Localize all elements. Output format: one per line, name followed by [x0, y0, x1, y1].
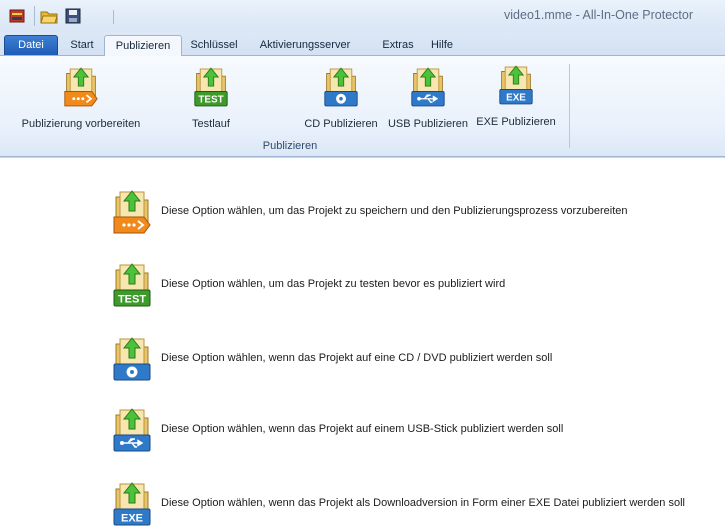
exe-publish-option-badge: EXE: [121, 513, 143, 525]
cd-publish-icon-svg: [113, 337, 151, 381]
save-icon[interactable]: [64, 8, 82, 24]
exe-publish-button[interactable]: EXE EXE Publizieren: [474, 64, 558, 136]
test-run-icon-svg: TEST: [194, 67, 228, 107]
test-run-icon: TEST: [193, 66, 229, 108]
option-exe-publish[interactable]: EXE Diese Option wählen, wenn das Projek…: [112, 481, 712, 527]
prepare-publish-button[interactable]: Publizierung vorbereiten: [18, 66, 144, 136]
usb-publish-icon: [112, 407, 152, 453]
app-icon[interactable]: [8, 8, 26, 24]
test-run-label: Testlauf: [192, 118, 230, 130]
cd-publish-label: CD Publizieren: [304, 118, 378, 130]
usb-publish-icon-svg: [411, 67, 445, 107]
exe-publish-icon-svg: EXE: [499, 65, 533, 105]
usb-publish-label: USB Publizieren: [387, 118, 469, 130]
option-prepare-publish[interactable]: Diese Option wählen, um das Projekt zu s…: [112, 189, 672, 235]
option-test-run[interactable]: TEST Diese Option wählen, um das Projekt…: [112, 262, 672, 308]
quick-access-separator: [113, 10, 114, 24]
ribbon-group-separator: [569, 64, 570, 148]
content-divider: [0, 157, 725, 158]
tab-start[interactable]: Start: [62, 35, 102, 55]
title-bar: video1.mme - All-In-One Protector: [0, 0, 725, 32]
ribbon-group-label: Publizieren: [262, 140, 318, 152]
prepare-publish-icon: [63, 66, 99, 108]
open-folder-icon[interactable]: [40, 8, 58, 24]
prepare-publish-icon-svg: [113, 190, 151, 234]
exe-publish-icon: EXE: [498, 64, 534, 106]
option-cd-publish[interactable]: Diese Option wählen, wenn das Projekt au…: [112, 336, 672, 382]
test-run-option-badge: TEST: [118, 294, 146, 306]
quick-access-separator: [34, 6, 35, 26]
ribbon-tab-bar: Datei Start Publizieren Schlüssel Aktivi…: [0, 32, 725, 57]
test-run-icon: TEST: [112, 262, 152, 308]
option-text: Diese Option wählen, wenn das Projekt au…: [161, 423, 564, 435]
cd-publish-icon-svg: [324, 67, 358, 107]
exe-publish-icon: EXE: [112, 481, 152, 527]
tab-aktivierungsserver[interactable]: Aktivierungsserver: [253, 35, 357, 55]
option-text: Diese Option wählen, um das Projekt zu s…: [161, 205, 628, 217]
cd-publish-icon: [112, 336, 152, 382]
test-run-icon-svg: TEST: [113, 263, 151, 307]
ribbon-panel: Publizierung vorbereiten TEST Testlauf C…: [0, 56, 725, 157]
window-title: video1.mme - All-In-One Protector: [504, 8, 693, 22]
tab-extras[interactable]: Extras: [378, 35, 418, 55]
option-text: Diese Option wählen, um das Projekt zu t…: [161, 278, 506, 290]
tab-schluessel[interactable]: Schlüssel: [186, 35, 242, 55]
usb-publish-icon-svg: [113, 408, 151, 452]
test-run-icon-badge: TEST: [198, 95, 223, 106]
prepare-publish-label: Publizierung vorbereiten: [21, 118, 141, 130]
usb-publish-icon: [410, 66, 446, 108]
tab-hilfe[interactable]: Hilfe: [426, 35, 458, 55]
usb-publish-button[interactable]: USB Publizieren: [386, 66, 470, 136]
exe-publish-icon-badge: EXE: [506, 93, 526, 104]
cd-publish-button[interactable]: CD Publizieren: [302, 66, 380, 136]
option-text: Diese Option wählen, wenn das Projekt al…: [161, 497, 685, 509]
tab-datei[interactable]: Datei: [4, 35, 58, 55]
option-usb-publish[interactable]: Diese Option wählen, wenn das Projekt au…: [112, 407, 672, 453]
exe-publish-icon-svg: EXE: [113, 482, 151, 526]
tab-publizieren[interactable]: Publizieren: [104, 35, 182, 57]
exe-publish-label: EXE Publizieren: [476, 116, 556, 128]
test-run-button[interactable]: TEST Testlauf: [176, 66, 246, 136]
prepare-publish-icon-svg: [64, 67, 98, 107]
prepare-publish-icon: [112, 189, 152, 235]
option-text: Diese Option wählen, wenn das Projekt au…: [161, 352, 553, 364]
cd-publish-icon: [323, 66, 359, 108]
